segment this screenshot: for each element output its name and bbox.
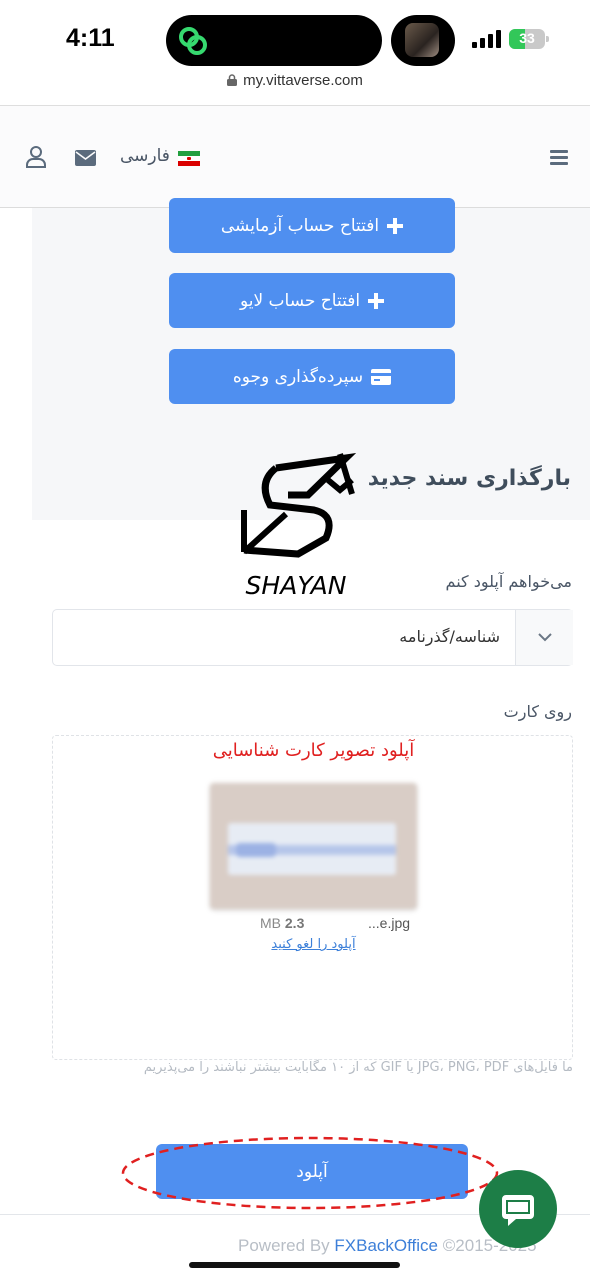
powered-by-text: Powered By bbox=[238, 1236, 330, 1255]
plus-icon bbox=[368, 292, 385, 309]
deposit-funds-label: سپرده‌گذاری وجوه bbox=[232, 366, 364, 387]
cellular-signal-icon bbox=[472, 30, 501, 48]
chevron-down-icon[interactable] bbox=[515, 610, 573, 665]
battery-icon: 33 bbox=[509, 29, 549, 49]
document-type-value: شناسه/گذرنامه bbox=[399, 627, 500, 646]
home-indicator bbox=[189, 1262, 400, 1268]
hamburger-menu-icon[interactable] bbox=[550, 150, 568, 166]
user-icon[interactable] bbox=[26, 146, 46, 168]
open-demo-account-label: افتتاح حساب آزمایشی bbox=[220, 215, 380, 236]
page: 4:11 33 my.vittaverse.com فارسی افتتاح ح… bbox=[0, 0, 590, 1280]
open-demo-account-button[interactable]: افتتاح حساب آزمایشی bbox=[169, 198, 455, 253]
live-activity-avatar bbox=[405, 23, 439, 57]
file-format-hint: ما فایل‌های JPG، PNG، PDF یا GIF که از ۱… bbox=[143, 1060, 573, 1075]
site-header: فارسی bbox=[0, 105, 590, 208]
language-selector[interactable]: فارسی bbox=[120, 146, 200, 170]
red-highlight-annotation bbox=[121, 1136, 499, 1210]
watermark-text: SHAYAN bbox=[246, 571, 347, 600]
open-live-account-button[interactable]: افتتاح حساب لایو bbox=[169, 273, 455, 328]
chat-icon bbox=[502, 1195, 534, 1226]
upload-dropzone[interactable]: آپلود تصویر کارت شناسایی MB 2.3 ...e.jpg… bbox=[52, 735, 573, 1060]
link-app-icon bbox=[179, 27, 207, 55]
status-bar: 4:11 33 my.vittaverse.com bbox=[0, 0, 590, 89]
dropzone-annotation: آپلود تصویر کارت شناسایی bbox=[212, 740, 415, 761]
uploaded-image-thumbnail bbox=[210, 783, 417, 909]
open-live-account-label: افتتاح حساب لایو bbox=[239, 290, 361, 311]
deposit-funds-button[interactable]: سپرده‌گذاری وجوه bbox=[169, 349, 455, 404]
document-type-select[interactable]: شناسه/گذرنامه bbox=[52, 609, 573, 666]
credit-card-icon bbox=[371, 368, 392, 385]
card-front-label: روی کارت bbox=[503, 702, 572, 721]
url-text: my.vittaverse.com bbox=[243, 72, 363, 89]
upload-type-label: می‌خواهم آپلود کنم bbox=[445, 572, 572, 591]
iran-flag-icon bbox=[178, 151, 200, 166]
lock-icon bbox=[227, 74, 238, 86]
file-size: MB 2.3 bbox=[260, 915, 305, 931]
address-bar[interactable]: my.vittaverse.com bbox=[0, 72, 590, 100]
footer: Powered By FXBackOffice ©2015-2025 bbox=[238, 1236, 537, 1256]
cancel-upload-link[interactable]: آپلود را لغو کنید bbox=[53, 937, 574, 952]
file-name: ...e.jpg bbox=[368, 915, 411, 931]
status-time: 4:11 bbox=[66, 24, 115, 52]
upload-document-title: بارگذاری سند جدید bbox=[367, 466, 571, 491]
live-chat-button[interactable] bbox=[479, 1170, 557, 1248]
mail-icon[interactable] bbox=[75, 150, 96, 166]
plus-icon bbox=[387, 217, 404, 234]
shayan-watermark-logo: SHAYAN bbox=[241, 453, 356, 600]
battery-level: 33 bbox=[519, 30, 535, 46]
fxbackoffice-link[interactable]: FXBackOffice bbox=[334, 1236, 438, 1255]
language-label: فارسی bbox=[120, 146, 170, 166]
